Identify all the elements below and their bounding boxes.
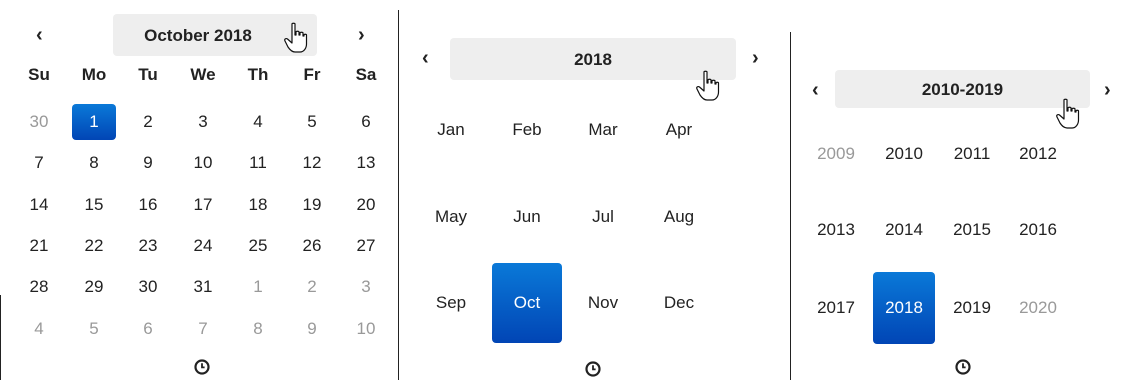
year-cell[interactable]: 2016	[1007, 194, 1069, 266]
day-cell[interactable]: 1	[236, 269, 280, 305]
day-cell[interactable]: 5	[290, 104, 334, 140]
month-cell[interactable]: May	[416, 177, 486, 257]
month-cell[interactable]: Apr	[644, 90, 714, 170]
month-cell[interactable]: Aug	[644, 177, 714, 257]
prev-year-button[interactable]: ‹	[422, 48, 429, 68]
day-cell[interactable]: 29	[72, 269, 116, 305]
day-cell[interactable]: 3	[344, 269, 388, 305]
month-cell[interactable]: Feb	[492, 90, 562, 170]
hand-cursor-icon	[696, 70, 720, 101]
month-cell[interactable]: Dec	[644, 263, 714, 343]
day-cell[interactable]: 6	[344, 104, 388, 140]
weekday-header: Tu	[138, 65, 158, 84]
next-month-button[interactable]: ›	[358, 25, 365, 45]
day-cell[interactable]: 30	[126, 269, 170, 305]
divider	[790, 32, 791, 380]
day-cell[interactable]: 13	[344, 145, 388, 181]
month-cell[interactable]: Jun	[492, 177, 562, 257]
year-cell[interactable]: 2010	[873, 118, 935, 190]
year-cell[interactable]: 2018	[873, 272, 935, 344]
day-cell[interactable]: 31	[181, 269, 225, 305]
day-cell[interactable]: 30	[17, 104, 61, 140]
hand-cursor-icon	[1056, 98, 1080, 129]
calendar-years-view: ‹ 2010-2019 › 2009 2010 2011 2012 2013 2014 20…	[790, 0, 1130, 380]
day-cell[interactable]: 27	[344, 228, 388, 264]
day-cell[interactable]: 16	[126, 187, 170, 223]
day-cell[interactable]: 25	[236, 228, 280, 264]
year-switch[interactable]: 2018	[538, 50, 648, 70]
day-cell[interactable]: 24	[181, 228, 225, 264]
weekday-header: We	[190, 65, 216, 84]
year-cell[interactable]: 2009	[805, 118, 867, 190]
day-cell[interactable]: 26	[290, 228, 334, 264]
month-cell[interactable]: Nov	[568, 263, 638, 343]
day-cell[interactable]: 19	[290, 187, 334, 223]
weekday-header: Su	[28, 65, 50, 84]
next-decade-button[interactable]: ›	[1104, 80, 1111, 100]
clock-icon[interactable]	[954, 358, 972, 376]
day-cell[interactable]: 21	[17, 228, 61, 264]
day-cell[interactable]: 23	[126, 228, 170, 264]
day-cell[interactable]: 2	[126, 104, 170, 140]
day-cell[interactable]: 20	[344, 187, 388, 223]
next-year-button[interactable]: ›	[752, 48, 759, 68]
day-cell[interactable]: 15	[72, 187, 116, 223]
day-cell[interactable]: 4	[236, 104, 280, 140]
day-cell[interactable]: 9	[126, 145, 170, 181]
day-cell[interactable]: 8	[236, 311, 280, 347]
year-cell[interactable]: 2011	[941, 118, 1003, 190]
year-cell[interactable]: 2015	[941, 194, 1003, 266]
year-cell[interactable]: 2019	[941, 272, 1003, 344]
day-cell[interactable]: 28	[17, 269, 61, 305]
day-cell[interactable]: 1	[72, 104, 116, 140]
calendar-months-view: ‹ 2018 › Jan Feb Mar Apr May Jun Jul Aug Sep Oct N…	[398, 0, 790, 380]
divider	[0, 295, 1, 380]
month-year-switch[interactable]: October 2018	[113, 26, 283, 46]
weekday-header: Sa	[355, 65, 377, 84]
day-cell[interactable]: 8	[72, 145, 116, 181]
day-cell[interactable]: 9	[290, 311, 334, 347]
day-cell[interactable]: 5	[72, 311, 116, 347]
day-cell[interactable]: 17	[181, 187, 225, 223]
weekday-header: Mo	[81, 65, 107, 84]
day-cell[interactable]: 10	[181, 145, 225, 181]
day-cell[interactable]: 3	[181, 104, 225, 140]
day-cell[interactable]: 18	[236, 187, 280, 223]
clock-icon[interactable]	[193, 358, 211, 376]
weekday-header: Fr	[303, 65, 321, 84]
decade-switch[interactable]: 2010-2019	[900, 80, 1025, 100]
hand-cursor-icon	[284, 22, 308, 53]
day-cell[interactable]: 14	[17, 187, 61, 223]
divider	[398, 10, 399, 380]
day-cell[interactable]: 10	[344, 311, 388, 347]
day-cell[interactable]: 7	[17, 145, 61, 181]
clock-icon[interactable]	[584, 360, 602, 378]
month-cell[interactable]: Jul	[568, 177, 638, 257]
day-cell[interactable]: 22	[72, 228, 116, 264]
day-cell[interactable]: 12	[290, 145, 334, 181]
year-cell[interactable]: 2013	[805, 194, 867, 266]
year-cell[interactable]: 2017	[805, 272, 867, 344]
day-cell[interactable]: 11	[236, 145, 280, 181]
prev-decade-button[interactable]: ‹	[812, 80, 819, 100]
year-cell[interactable]: 2014	[873, 194, 935, 266]
month-cell[interactable]: Jan	[416, 90, 486, 170]
day-cell[interactable]: 4	[17, 311, 61, 347]
prev-month-button[interactable]: ‹	[36, 25, 43, 45]
month-cell[interactable]: Oct	[492, 263, 562, 343]
day-cell[interactable]: 6	[126, 311, 170, 347]
month-cell[interactable]: Sep	[416, 263, 486, 343]
day-cell[interactable]: 7	[181, 311, 225, 347]
day-cell[interactable]: 2	[290, 269, 334, 305]
year-cell[interactable]: 2020	[1007, 272, 1069, 344]
calendar-days-view: ‹ October 2018 › Su Mo Tu We Th Fr Sa 30 1 2 3 4 5 6…	[0, 0, 398, 380]
month-cell[interactable]: Mar	[568, 90, 638, 170]
weekday-header: Th	[247, 65, 269, 84]
